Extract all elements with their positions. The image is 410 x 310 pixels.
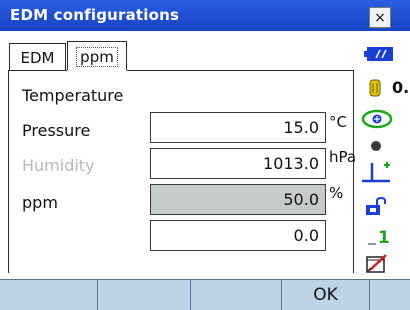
close-button[interactable]: × (369, 7, 391, 28)
ok-button-label: OK (313, 285, 338, 305)
key-icon (366, 197, 386, 215)
tab-edm[interactable]: EDM (9, 43, 66, 71)
title-bar: EDM configurations × (0, 0, 410, 31)
edit-icon (366, 254, 387, 273)
close-icon: × (374, 9, 386, 26)
temperature-field[interactable]: 15.0 (150, 112, 326, 143)
softkey-2[interactable] (98, 280, 191, 310)
humidity-label: Humidity (22, 156, 95, 175)
ppm-label: ppm (22, 193, 58, 212)
one-icon: 1 (368, 228, 390, 247)
window-title: EDM configurations (10, 6, 180, 24)
temperature-unit: °C (329, 113, 347, 131)
ring-icon (371, 141, 381, 151)
pressure-label: Pressure (22, 121, 91, 140)
ppm-field[interactable]: 0.0 (150, 220, 326, 251)
svg-text:1: 1 (378, 228, 390, 247)
humidity-field: 50.0 (150, 184, 326, 215)
softkey-1[interactable] (0, 280, 98, 310)
pressure-value: 1013.0 (263, 154, 319, 173)
target-plate-icon (369, 79, 381, 97)
pressure-field[interactable]: 1013.0 (150, 148, 326, 179)
softkey-5[interactable] (370, 280, 410, 310)
ok-button[interactable]: OK (282, 280, 370, 310)
status-sidebar: 0. 1 (356, 31, 410, 279)
temperature-label: Temperature (22, 86, 124, 105)
battery-icon (364, 47, 393, 61)
tab-ppm-label: ppm (76, 46, 118, 67)
status-value-text: 0. (392, 78, 410, 97)
softkey-3[interactable] (191, 280, 282, 310)
prism-icon (362, 162, 390, 183)
pressure-unit: hPa (329, 148, 357, 166)
tab-ppm[interactable]: ppm (67, 41, 127, 71)
bluetooth-target-icon (361, 109, 393, 129)
temperature-value: 15.0 (283, 118, 319, 137)
humidity-unit: % (329, 184, 344, 202)
tab-edm-label: EDM (20, 48, 55, 67)
humidity-value: 50.0 (283, 190, 319, 209)
ppm-value: 0.0 (293, 226, 319, 245)
softkey-bar: OK (0, 279, 410, 310)
